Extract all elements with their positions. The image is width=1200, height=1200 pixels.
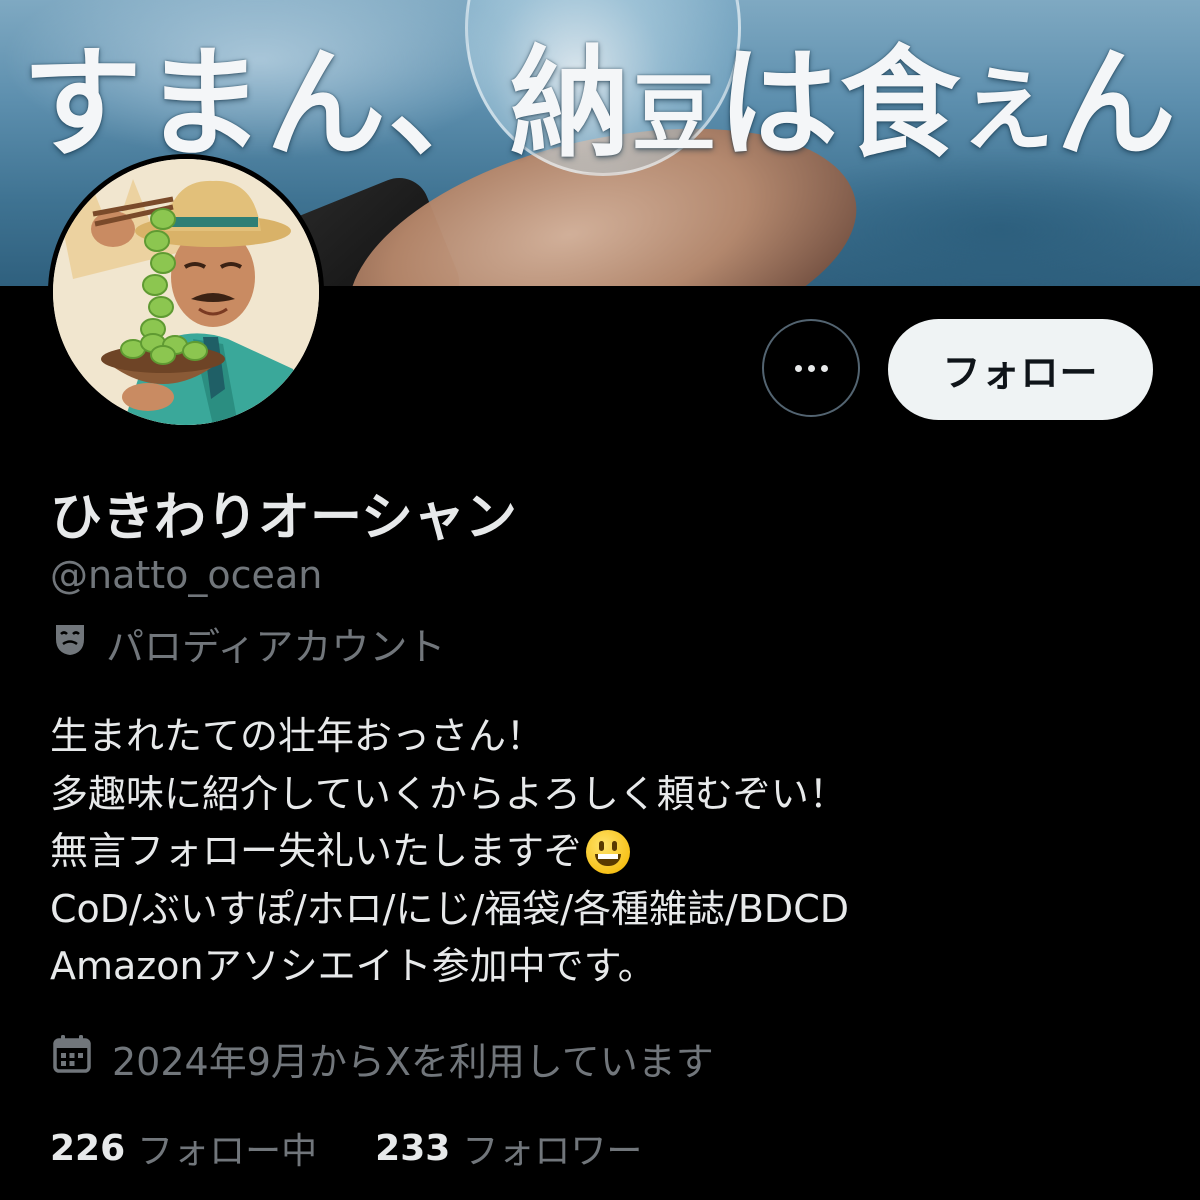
follow-button[interactable]: フォロー: [888, 319, 1153, 420]
more-options-button[interactable]: [762, 319, 860, 417]
bio-text: CoD/ぶいすぽ/ホロ/にじ/福袋/各種雑誌/BDCD: [50, 886, 849, 931]
followers-link[interactable]: 233 フォロワー: [375, 1122, 642, 1174]
tagline-char: 、: [388, 33, 508, 174]
bio-line: Amazonアソシエイト参加中です。: [50, 938, 1150, 996]
bio-text: Amazonアソシエイト参加中です。: [50, 944, 656, 988]
following-label: フォロー中: [137, 1131, 318, 1172]
theater-mask-icon: [50, 619, 90, 668]
followers-count: 233: [375, 1127, 451, 1169]
avatar-image: [53, 159, 319, 425]
follow-stats: 226 フォロー中 233 フォロワー: [50, 1122, 642, 1174]
ellipsis-icon: [820, 364, 828, 372]
ellipsis-icon: [807, 364, 815, 372]
tagline-char: え: [962, 56, 1055, 164]
following-link[interactable]: 226 フォロー中: [50, 1122, 317, 1174]
profile-bio: 生まれたての壮年おっさん！ 多趣味に紹介していくからよろしく頼むぞい！ 無言フォ…: [50, 708, 1150, 996]
bio-line: 多趣味に紹介していくからよろしく頼むぞい！: [50, 766, 1150, 824]
following-count: 226: [50, 1127, 126, 1169]
grinning-face-icon: [586, 829, 631, 874]
tagline-char: 食: [840, 33, 961, 174]
bio-line: 生まれたての壮年おっさん！: [50, 708, 1150, 766]
tagline-char: 納: [510, 33, 630, 174]
handle: @natto_ocean: [50, 553, 323, 597]
bio-text: 無言フォロー失礼いたしますぞ: [50, 829, 583, 873]
calendar-icon: [50, 1032, 94, 1085]
tagline-char: ま: [144, 33, 264, 174]
tagline-char: す: [22, 33, 142, 174]
avatar-illustration: [53, 159, 319, 425]
parody-label-row[interactable]: パロディアカウント: [50, 618, 446, 669]
ellipsis-icon: [794, 364, 802, 372]
bio-line: 無言フォロー失礼いたしますぞ: [50, 823, 1150, 881]
tagline-char: は: [718, 33, 839, 174]
joined-date-row: 2024年9月からXを利用しています: [50, 1032, 714, 1084]
tagline-char: ん: [266, 33, 386, 174]
tagline-char: 豆: [632, 64, 717, 163]
parody-label: パロディアカウント: [106, 624, 446, 669]
followers-label: フォロワー: [462, 1131, 643, 1172]
tagline-char: ん: [1056, 33, 1177, 174]
joined-date: 2024年9月からXを利用しています: [112, 1039, 714, 1084]
bio-text: 多趣味に紹介していくからよろしく頼むぞい！: [50, 771, 847, 816]
display-name: ひきわりオーシャン: [50, 488, 517, 548]
bio-text: 生まれたての壮年おっさん！: [50, 714, 545, 758]
bio-line: CoD/ぶいすぽ/ホロ/にじ/福袋/各種雑誌/BDCD: [50, 881, 1150, 939]
avatar[interactable]: [48, 154, 324, 430]
